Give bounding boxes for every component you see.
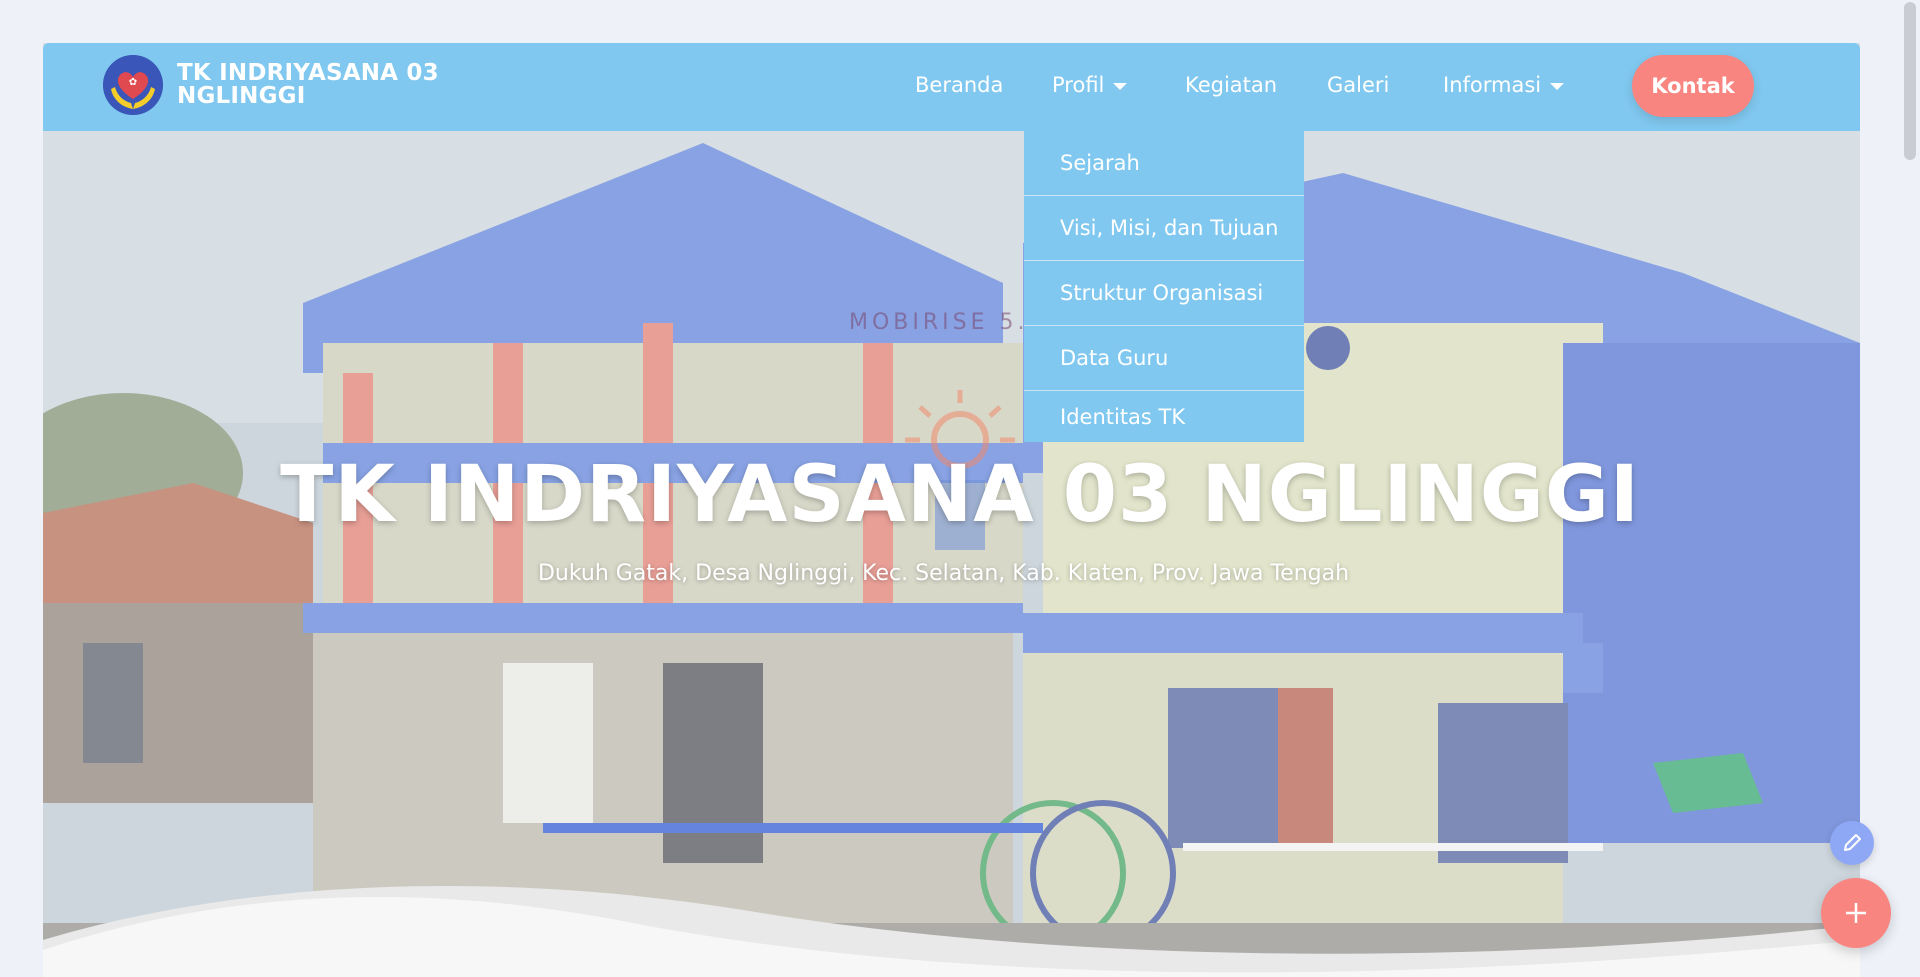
- nav-item-label: Beranda: [915, 73, 1004, 97]
- hero-subtitle: Dukuh Gatak, Desa Nglinggi, Kec. Selatan…: [537, 561, 1350, 586]
- nav-item-label: Galeri: [1327, 73, 1390, 97]
- nav-item-kegiatan[interactable]: Kegiatan: [1185, 73, 1277, 97]
- nav-item-label: Kegiatan: [1185, 73, 1278, 97]
- dropdown-item-sejarah[interactable]: Sejarah: [1024, 131, 1304, 196]
- plus-icon: [1846, 903, 1866, 923]
- page-scrollbar[interactable]: [1900, 0, 1920, 977]
- dropdown-item-struktur-organisasi[interactable]: Struktur Organisasi: [1024, 261, 1304, 326]
- nav-menu: Beranda Profil Kegiatan Galeri Informasi: [43, 43, 1860, 131]
- dropdown-item-data-guru[interactable]: Data Guru: [1024, 326, 1304, 391]
- nav-item-beranda[interactable]: Beranda: [915, 73, 1003, 97]
- nav-item-profil[interactable]: Profil: [1052, 73, 1128, 97]
- contact-button[interactable]: Kontak: [1632, 55, 1754, 117]
- pencil-icon: [1844, 834, 1861, 851]
- edit-button[interactable]: [1830, 821, 1874, 865]
- nav-item-galeri[interactable]: Galeri: [1327, 73, 1389, 97]
- scrollbar-thumb[interactable]: [1904, 2, 1916, 160]
- dropdown-item-identitas-tk[interactable]: Identitas TK: [1024, 391, 1304, 442]
- caret-down-icon: [1113, 82, 1128, 90]
- caret-down-icon: [1550, 82, 1565, 90]
- nav-item-informasi[interactable]: Informasi: [1443, 73, 1565, 97]
- profil-dropdown-menu: Sejarah Visi, Misi, dan Tujuan Struktur …: [1024, 131, 1304, 442]
- section-wave-divider: [43, 886, 1860, 977]
- nav-item-label: Informasi: [1443, 73, 1542, 97]
- navbar: ✿ TK INDRIYASANA 03 NGLINGGI Beranda Pro…: [43, 43, 1860, 131]
- add-block-button[interactable]: [1821, 878, 1891, 948]
- hero-title: TK INDRIYASANA 03 NGLINGGI: [280, 450, 1640, 540]
- dropdown-item-visi-misi[interactable]: Visi, Misi, dan Tujuan: [1024, 196, 1304, 261]
- nav-item-label: Profil: [1052, 73, 1105, 97]
